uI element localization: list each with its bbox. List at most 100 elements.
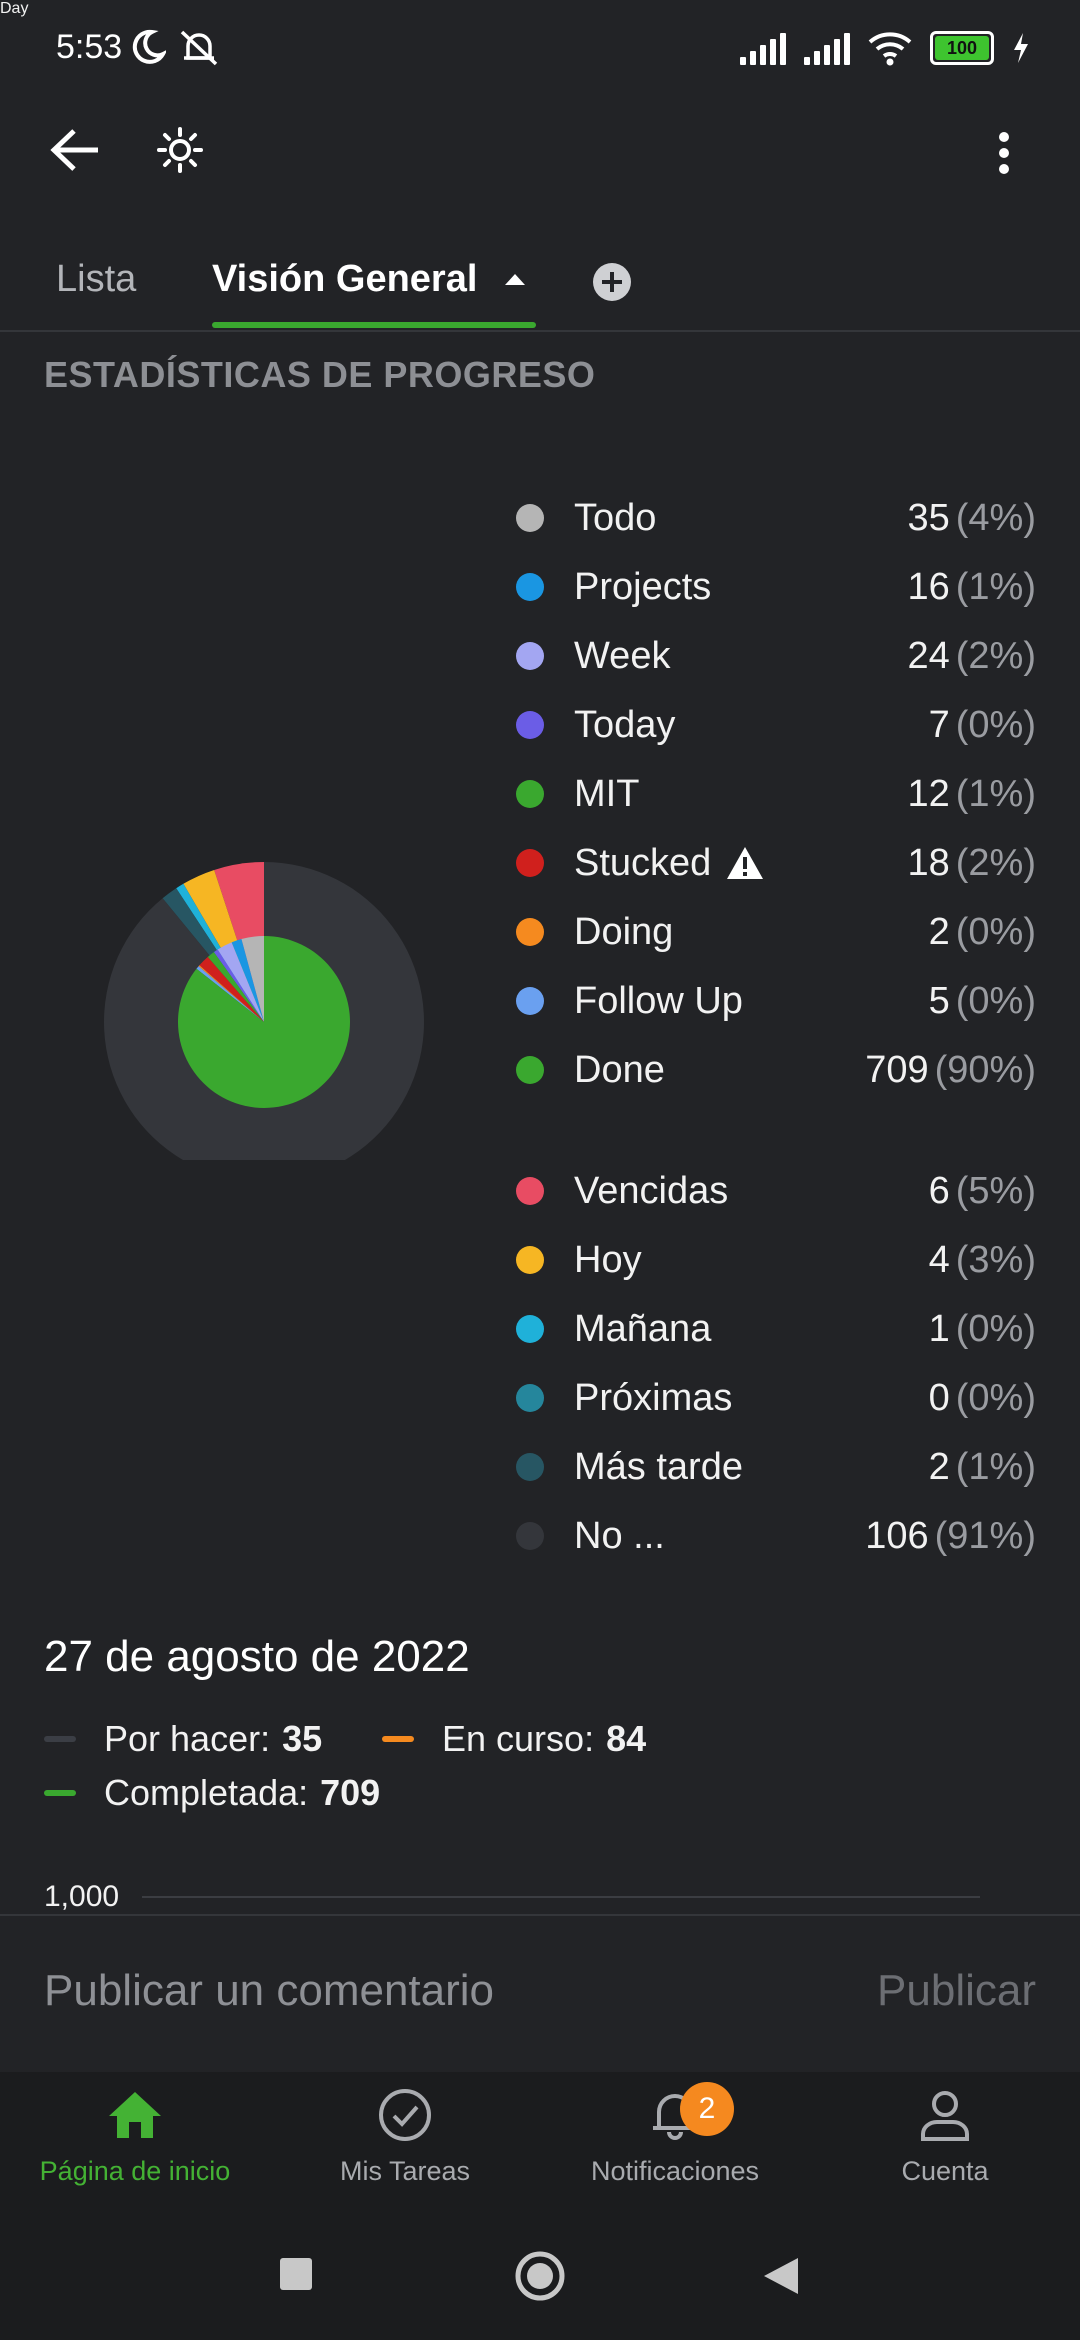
- legend-label: Vencidas: [574, 1169, 729, 1212]
- legend-dot: [516, 1056, 544, 1084]
- section-title: ESTADÍSTICAS DE PROGRESO: [44, 354, 596, 395]
- nav-label: Notificaciones: [590, 2156, 760, 2186]
- legend-count: 7: [928, 703, 950, 746]
- tab-lista[interactable]: Lista: [56, 258, 136, 301]
- tab-vision-general[interactable]: Visión General: [212, 258, 477, 301]
- series-por-hacer: Por hacer: 35: [44, 1718, 322, 1760]
- legend-dot: [516, 780, 544, 808]
- legend-count: 709: [865, 1048, 929, 1091]
- legend-label: Done: [574, 1048, 665, 1091]
- legend-label: Todo: [574, 496, 657, 539]
- legend-item-hoy[interactable]: Hoy 4 (3%): [500, 1230, 1036, 1290]
- legend-count: 16: [907, 565, 950, 608]
- legend-count: 24: [907, 634, 950, 677]
- legend-item-doing[interactable]: Doing 2 (0%): [500, 902, 1036, 962]
- legend-item-week[interactable]: Week 24 (2%): [500, 626, 1036, 686]
- status-time: 5:53: [56, 28, 123, 66]
- legend-label: Projects: [574, 565, 712, 608]
- legend-item-today[interactable]: Today 7 (0%): [500, 695, 1036, 755]
- legend-label: Más tarde: [574, 1445, 743, 1488]
- series-swatch: [382, 1736, 414, 1742]
- legend-item-follow-up[interactable]: Follow Up 5 (0%): [500, 971, 1036, 1031]
- legend-label: Today: [574, 703, 676, 746]
- series-en-curso: En curso: 84: [382, 1718, 646, 1760]
- series-label: En curso:: [442, 1718, 595, 1759]
- charging-icon: [1014, 33, 1028, 63]
- legend-item-vencidas[interactable]: Vencidas 6 (5%): [500, 1161, 1036, 1221]
- legend-percent: (2%): [955, 841, 1036, 884]
- legend-dot: [516, 1453, 544, 1481]
- active-tab-indicator: [212, 322, 536, 328]
- series-value: 709: [320, 1772, 381, 1813]
- legend-label: No ...: [574, 1514, 665, 1557]
- post-button[interactable]: Publicar: [877, 1966, 1036, 2016]
- status-bar: 5:53 100: [0, 0, 1080, 96]
- nav-my-tasks[interactable]: Mis Tareas: [270, 2088, 540, 2187]
- more-vert-icon[interactable]: [994, 130, 1014, 176]
- legend-count: 12: [907, 772, 950, 815]
- legend-item-stucked[interactable]: Stucked 18 (2%): [500, 833, 1036, 893]
- legend-item-manana[interactable]: Mañana 1 (0%): [500, 1299, 1036, 1359]
- status-icons: 100: [740, 30, 1030, 66]
- legend-label-text: Stucked: [574, 841, 712, 884]
- moon-icon: [132, 29, 166, 64]
- legend-percent: (0%): [955, 703, 1036, 746]
- series-label: Completada:: [104, 1772, 309, 1813]
- legend-count: 18: [907, 841, 950, 884]
- legend-label: Próximas: [574, 1376, 733, 1419]
- legend-count: 35: [907, 496, 950, 539]
- legend-label: Doing: [574, 910, 674, 953]
- nav-notifications[interactable]: Notificaciones: [540, 2088, 810, 2187]
- recents-button[interactable]: [280, 2258, 312, 2290]
- series-swatch: [44, 1790, 76, 1796]
- legend-label: Stucked: [574, 842, 907, 885]
- legend-dot: [516, 1315, 544, 1343]
- legend-percent: (2%): [955, 634, 1036, 677]
- progress-pie-chart: [104, 862, 424, 1160]
- add-tab-icon[interactable]: [592, 262, 632, 302]
- legend-count: 4: [928, 1238, 950, 1281]
- legend-percent: (1%): [955, 1445, 1036, 1488]
- grid-line: [142, 1896, 980, 1898]
- series-value: 84: [606, 1718, 647, 1759]
- legend-percent: (1%): [955, 772, 1036, 815]
- legend-label: Hoy: [574, 1238, 642, 1281]
- battery-level: 100: [946, 37, 978, 58]
- legend-item-no-date[interactable]: No ... 106 (91%): [500, 1506, 1036, 1566]
- legend-percent: (1%): [955, 565, 1036, 608]
- nav-label: Mis Tareas: [339, 2156, 471, 2186]
- legend-item-done[interactable]: Done 709 (90%): [500, 1040, 1036, 1100]
- home-system-button[interactable]: [514, 2250, 566, 2302]
- legend-count: 106: [865, 1514, 929, 1557]
- legend-label: Week: [574, 634, 671, 677]
- legend-percent: (90%): [934, 1048, 1036, 1091]
- home-icon: [109, 2092, 161, 2138]
- legend-item-todo[interactable]: Todo 35 (4%): [500, 488, 1036, 548]
- bell-muted-icon: [180, 30, 218, 66]
- caret-up-icon[interactable]: [504, 272, 526, 286]
- legend-label: MIT: [574, 772, 640, 815]
- legend-percent: (5%): [955, 1169, 1036, 1212]
- series-value: 35: [282, 1718, 323, 1759]
- legend-item-projects[interactable]: Projects 16 (1%): [500, 557, 1036, 617]
- legend-dot: [516, 711, 544, 739]
- legend-item-proximas[interactable]: Próximas 0 (0%): [500, 1368, 1036, 1428]
- legend-item-mit[interactable]: MIT 12 (1%): [500, 764, 1036, 824]
- comment-input[interactable]: Publicar un comentario: [44, 1966, 494, 2016]
- nav-account[interactable]: Cuenta: [810, 2088, 1080, 2187]
- back-arrow-icon[interactable]: [50, 128, 102, 172]
- legend-percent: (0%): [955, 910, 1036, 953]
- notification-badge: 2: [680, 2082, 734, 2136]
- legend-dot: [516, 1177, 544, 1205]
- divider: [0, 330, 1080, 332]
- legend-item-mas-tarde[interactable]: Más tarde 2 (1%): [500, 1437, 1036, 1497]
- legend-percent: (0%): [955, 1307, 1036, 1350]
- legend-label: Follow Up: [574, 979, 743, 1022]
- series-completada: Completada: 709: [44, 1772, 380, 1814]
- legend-count: 0: [928, 1376, 950, 1419]
- back-system-button[interactable]: [762, 2256, 800, 2296]
- nav-home[interactable]: Página de inicio: [0, 2088, 270, 2187]
- series-label: Por hacer:: [104, 1718, 271, 1759]
- signal-icon: [804, 31, 850, 65]
- legend-dot: [516, 918, 544, 946]
